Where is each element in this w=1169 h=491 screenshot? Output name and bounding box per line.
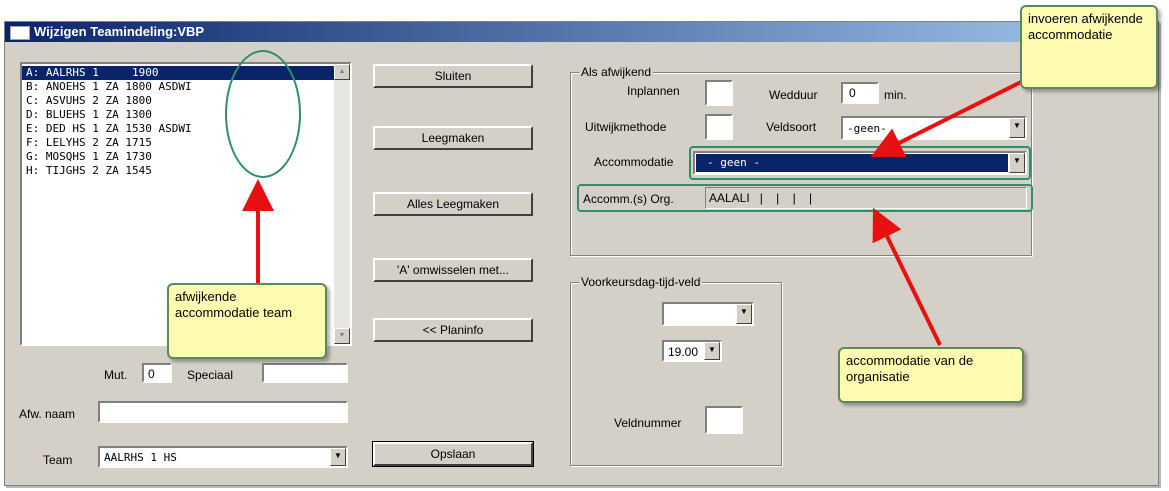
scroll-down-icon[interactable]: ▼ xyxy=(334,328,350,344)
chevron-down-icon[interactable]: ▼ xyxy=(330,448,346,466)
speciaal-field[interactable] xyxy=(262,363,348,383)
veldnummer-field[interactable] xyxy=(705,406,743,434)
list-item[interactable]: E: DED HS 1 ZA 1530 ASDWI xyxy=(22,122,350,136)
sluiten-button[interactable]: Sluiten xyxy=(373,64,533,88)
team-label: Team xyxy=(43,453,73,467)
leegmaken-button[interactable]: Leegmaken xyxy=(373,126,533,150)
callout-invoeren: invoeren afwijkende accommodatie xyxy=(1020,5,1158,89)
afw-naam-field[interactable] xyxy=(98,401,348,423)
afw-naam-label: Afw. naam xyxy=(19,407,76,421)
wedduur-field[interactable]: 0 xyxy=(841,82,879,104)
title-bar: Wijzigen Teamindeling:VBP xyxy=(5,22,1158,42)
afwijkend-group-title: Als afwijkend xyxy=(579,65,654,79)
voorkeur-dag-select[interactable]: ▼ xyxy=(662,302,754,326)
uitwijkmethode-field[interactable] xyxy=(705,114,733,140)
chevron-down-icon[interactable]: ▼ xyxy=(704,342,720,360)
veldsoort-select[interactable]: -geen- ▼ xyxy=(841,116,1027,140)
window-title: Wijzigen Teamindeling:VBP xyxy=(34,24,205,39)
wedduur-value: 0 xyxy=(849,86,856,100)
accommodatie-label: Accommodatie xyxy=(594,155,674,169)
team-select[interactable]: AALRHS 1 HS ▼ xyxy=(98,446,348,468)
inplannen-label: Inplannen xyxy=(627,84,680,98)
voorkeur-tijd-value: 19.00 xyxy=(668,345,699,359)
list-item[interactable]: B: ANOEHS 1 ZA 1800 ASDWI xyxy=(22,80,350,94)
alles-leegmaken-button[interactable]: Alles Leegmaken xyxy=(373,192,533,216)
mut-label: Mut. xyxy=(104,368,128,382)
mut-value: 0 xyxy=(148,367,155,381)
list-item[interactable]: F: LELYHS 2 ZA 1715 xyxy=(22,136,350,150)
callout-afwijkende-team: afwijkende accommodatie team xyxy=(167,283,327,359)
team-select-value: AALRHS 1 HS xyxy=(104,451,177,464)
planinfo-button[interactable]: << Planinfo xyxy=(373,318,533,342)
speciaal-label: Speciaal xyxy=(187,368,234,382)
omwisselen-button[interactable]: 'A' omwisselen met... xyxy=(373,258,533,282)
team-list-scrollbar[interactable]: ▲ ▼ xyxy=(334,64,350,344)
list-item[interactable]: A: AALRHS 1 1900 xyxy=(22,66,350,80)
accommodatie-ring xyxy=(689,146,1031,180)
wedduur-unit: min. xyxy=(884,88,907,102)
scroll-up-icon[interactable]: ▲ xyxy=(334,64,350,80)
team-list-rows: A: AALRHS 1 1900 B: ANOEHS 1 ZA 1800 ASDW… xyxy=(22,64,350,178)
accomm-org-ring xyxy=(577,184,1033,212)
veldnummer-label: Veldnummer xyxy=(614,416,682,430)
chevron-down-icon[interactable]: ▼ xyxy=(1009,118,1025,138)
inplannen-field[interactable] xyxy=(705,80,733,106)
list-item[interactable]: H: TIJGHS 2 ZA 1545 xyxy=(22,164,350,178)
chevron-down-icon[interactable]: ▼ xyxy=(736,304,752,324)
uitwijkmethode-label: Uitwijkmethode xyxy=(585,120,667,134)
list-item[interactable]: G: MOSQHS 1 ZA 1730 xyxy=(22,150,350,164)
opslaan-button[interactable]: Opslaan xyxy=(372,441,534,467)
callout-organisatie: accommodatie van de organisatie xyxy=(838,347,1024,403)
veldsoort-label: Veldsoort xyxy=(766,120,817,134)
voorkeur-group-title: Voorkeursdag-tijd-veld xyxy=(579,275,703,289)
veldsoort-value: -geen- xyxy=(847,122,887,135)
list-item[interactable]: C: ASVUHS 2 ZA 1800 xyxy=(22,94,350,108)
window-icon xyxy=(10,26,30,40)
mut-field[interactable]: 0 xyxy=(142,363,172,383)
voorkeur-tijd-select[interactable]: 19.00 ▼ xyxy=(662,340,722,362)
afwijkend-team-ring xyxy=(225,50,301,178)
dialog-window: Wijzigen Teamindeling:VBP A: AALRHS 1 19… xyxy=(5,22,1158,485)
wedduur-label: Wedduur xyxy=(769,88,818,102)
